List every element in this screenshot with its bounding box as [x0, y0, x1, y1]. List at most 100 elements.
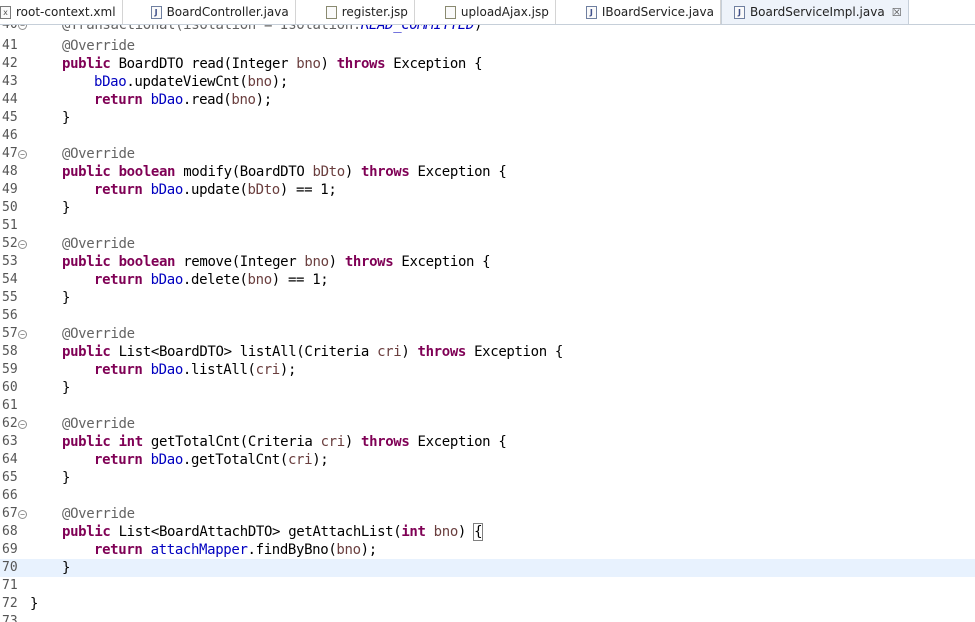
code-line: 69 return attachMapper.findByBno(bno);: [0, 541, 975, 559]
code-text: ) == 1;: [271, 272, 329, 288]
tab-root-context-xml[interactable]: x root-context.xml: [0, 0, 123, 24]
code-line: 67 − @Override: [0, 505, 975, 523]
tab-register-jsp[interactable]: register.jsp: [296, 0, 415, 24]
keyword: return: [94, 182, 143, 198]
tab-uploadajax-jsp[interactable]: uploadAjax.jsp: [415, 0, 556, 24]
keyword: throws: [360, 434, 410, 450]
line-number: 63: [2, 434, 18, 449]
code-line: 54 return bDao.delete(bno) == 1;: [0, 271, 975, 289]
code-line: 63 public int getTotalCnt(Criteria cri) …: [0, 433, 975, 451]
line-number: 71: [2, 578, 18, 593]
parameter: cri: [320, 434, 346, 450]
keyword: public: [62, 434, 111, 450]
fold-collapse-icon[interactable]: −: [18, 25, 27, 30]
line-number: 61: [2, 398, 18, 413]
fold-collapse-icon[interactable]: −: [18, 510, 27, 519]
code-text: Exception {: [409, 434, 507, 450]
field: bDao: [150, 92, 184, 108]
keyword: return: [94, 272, 143, 288]
line-number: 55: [2, 290, 18, 305]
code-text: }: [30, 596, 39, 612]
line-number: 65: [2, 470, 18, 485]
keyword: return: [94, 452, 143, 468]
code-text: ): [344, 164, 361, 180]
tab-boardcontroller-java[interactable]: J BoardController.java: [123, 0, 296, 24]
editor-tab-bar: x root-context.xml J BoardController.jav…: [0, 0, 975, 25]
code-line: 62 − @Override: [0, 415, 975, 433]
fold-collapse-icon[interactable]: −: [18, 330, 27, 339]
annotation: @Override: [62, 506, 135, 522]
code-line: 50 }: [0, 199, 975, 217]
line-number: 66: [2, 488, 18, 503]
code-text: }: [62, 290, 71, 306]
keyword: int: [401, 524, 426, 540]
code-line: 48 public boolean modify(BoardDTO bDto) …: [0, 163, 975, 181]
line-number: 70: [2, 560, 18, 575]
code-text: ): [320, 56, 337, 72]
code-line: 51: [0, 217, 975, 235]
tab-label: IBoardService.java: [601, 5, 714, 19]
code-text: ) == 1;: [279, 182, 337, 198]
close-tab-icon[interactable]: ☒: [892, 6, 902, 19]
keyword: boolean: [118, 254, 176, 270]
java-file-icon: J: [585, 5, 597, 19]
code-text: }: [62, 470, 71, 486]
code-text: remove(Integer: [175, 254, 305, 270]
code-line: 61: [0, 397, 975, 415]
fold-collapse-icon[interactable]: −: [18, 420, 27, 429]
code-text: );: [312, 452, 329, 468]
code-line: 52 − @Override: [0, 235, 975, 253]
line-number: 54: [2, 272, 18, 287]
line-number: 42: [2, 56, 18, 71]
line-number: 58: [2, 344, 18, 359]
code-line: 40 − @Transactional(isolation = Isolatio…: [0, 25, 975, 34]
keyword: throws: [360, 164, 410, 180]
parameter: bno: [304, 254, 329, 270]
line-number: 48: [2, 164, 18, 179]
line-number: 46: [2, 128, 18, 143]
field: attachMapper: [150, 542, 248, 558]
code-line: 53 public boolean remove(Integer bno) th…: [0, 253, 975, 271]
parameter: bno: [433, 524, 459, 540]
code-line: 60 }: [0, 379, 975, 397]
code-line: 66: [0, 487, 975, 505]
line-number: 53: [2, 254, 18, 269]
line-number: 51: [2, 218, 18, 233]
code-text: );: [360, 542, 378, 558]
code-text: getTotalCnt(Criteria: [142, 434, 321, 450]
code-line: 44 return bDao.read(bno);: [0, 91, 975, 109]
code-text: .update(: [182, 182, 248, 198]
code-text: BoardDTO read(Integer: [110, 56, 297, 72]
tab-label: BoardController.java: [166, 5, 289, 19]
code-text: ): [328, 254, 345, 270]
code-line: 55 }: [0, 289, 975, 307]
field: bDao: [150, 362, 184, 378]
tab-iboardservice-java[interactable]: J IBoardService.java: [556, 0, 721, 24]
annotation: @Override: [62, 326, 135, 342]
code-text: }: [62, 560, 71, 576]
code-line: 41 @Override: [0, 37, 975, 55]
line-number: 44: [2, 92, 18, 107]
parameter: bno: [296, 56, 321, 72]
java-file-icon: J: [733, 5, 745, 19]
field: bDao: [94, 74, 127, 90]
tab-boardserviceimpl-java[interactable]: J BoardServiceImpl.java ☒: [720, 0, 909, 24]
parameter: bno: [231, 92, 256, 108]
code-text: ): [457, 524, 475, 540]
code-line: 65 }: [0, 469, 975, 487]
code-line: 73: [0, 613, 975, 622]
code-line: 46: [0, 127, 975, 145]
field: bDao: [150, 182, 184, 198]
code-editor[interactable]: 40 − @Transactional(isolation = Isolatio…: [0, 25, 975, 622]
fold-collapse-icon[interactable]: −: [18, 240, 27, 249]
annotation: @Override: [62, 146, 135, 162]
code-text: List<BoardDTO> listAll(Criteria: [110, 344, 378, 360]
parameter: bno: [247, 74, 273, 90]
code-line: 68 public List<BoardAttachDTO> getAttach…: [0, 523, 975, 541]
code-text: );: [271, 74, 289, 90]
fold-collapse-icon[interactable]: −: [18, 150, 27, 159]
code-text: .updateViewCnt(: [126, 74, 248, 90]
code-text: Exception {: [385, 56, 483, 72]
line-number: 72: [2, 596, 18, 611]
code-line: 58 public List<BoardDTO> listAll(Criteri…: [0, 343, 975, 361]
